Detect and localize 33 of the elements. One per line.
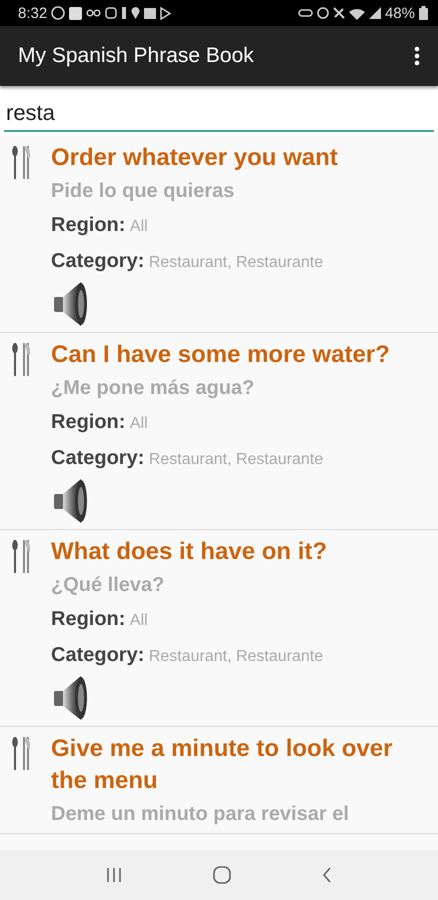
home-icon[interactable]	[212, 866, 231, 884]
category-value: Restaurant, Restaurante	[148, 648, 324, 665]
region-value: All	[130, 612, 148, 629]
search-field[interactable]: resta	[4, 96, 434, 132]
phrase-title: Can I have some more water?	[51, 340, 391, 370]
region-label: Region:	[51, 608, 126, 630]
category-label: Category:	[51, 250, 144, 272]
phrase-translation: ¿Qué lleva?	[51, 573, 166, 598]
category-value: Restaurant, Restaurante	[148, 451, 324, 468]
phrase-translation: ¿Me pone más agua?	[51, 376, 256, 401]
region-value: All	[130, 415, 148, 432]
battery-icon	[419, 6, 428, 20]
phrase-title: Give me a minute to look over the menu	[51, 734, 394, 796]
recent-apps-icon[interactable]	[106, 868, 122, 882]
phrase-title: Order whatever you want	[51, 143, 339, 173]
voicemail-icon	[86, 9, 102, 17]
category-value: Restaurant, Restaurante	[148, 254, 324, 271]
category-label: Category:	[51, 644, 144, 666]
battery-percent: 48%	[384, 4, 415, 22]
region-value: All	[130, 218, 148, 235]
phrase-translation: Deme un minuto para revisar el	[51, 802, 350, 827]
phrase-translation: Pide lo que quieras	[51, 179, 236, 204]
more-vertical-icon	[414, 46, 420, 66]
phrase-title: What does it have on it?	[51, 537, 328, 567]
location-pin-icon	[131, 7, 140, 19]
back-icon[interactable]	[322, 867, 332, 883]
region-label: Region:	[51, 411, 126, 433]
signal-icon	[368, 7, 381, 19]
status-time: 8:32	[18, 4, 48, 22]
wifi-icon	[348, 6, 365, 20]
category-label: Category:	[51, 447, 144, 469]
region-label: Region:	[51, 214, 126, 236]
app-title: My Spanish Phrase Book	[18, 44, 254, 68]
